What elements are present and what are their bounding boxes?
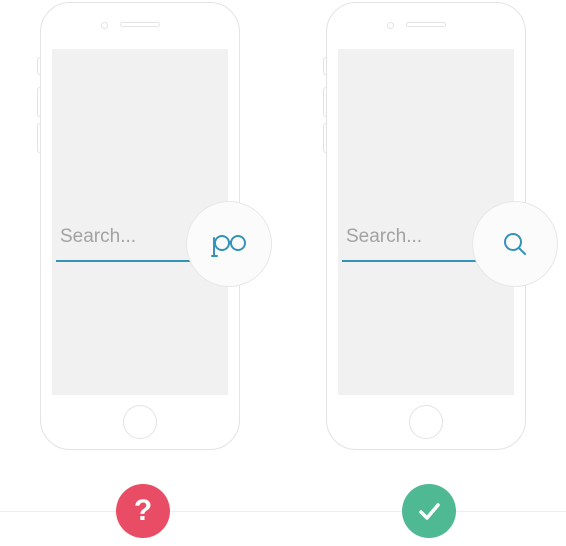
phone-mock-left: Search...	[40, 2, 240, 450]
mute-switch	[323, 57, 326, 75]
search-action-button[interactable]	[186, 201, 272, 287]
home-button	[123, 405, 157, 439]
comparison-stage: Search...	[0, 0, 566, 450]
search-action-button[interactable]	[472, 201, 558, 287]
mute-switch	[37, 57, 40, 75]
phone-speaker	[406, 22, 446, 27]
phone-speaker	[120, 22, 160, 27]
volume-down-button	[37, 123, 40, 153]
phone-camera	[101, 22, 108, 29]
home-button	[409, 405, 443, 439]
checkmark-icon	[415, 497, 443, 525]
volume-down-button	[323, 123, 326, 153]
phone-camera	[387, 22, 394, 29]
phone-mock-right: Search...	[326, 2, 526, 450]
volume-up-button	[37, 87, 40, 117]
volume-up-button	[323, 87, 326, 117]
search-row: Search...	[342, 219, 552, 269]
verdict-badge-correct	[402, 484, 456, 538]
phone-screen: Search...	[338, 49, 514, 395]
binoculars-icon	[209, 230, 249, 258]
question-mark-icon: ?	[134, 496, 152, 526]
verdict-badge-unclear: ?	[116, 484, 170, 538]
search-row: Search...	[56, 219, 266, 269]
footer-divider	[0, 511, 566, 512]
search-icon	[502, 231, 528, 257]
phone-screen: Search...	[52, 49, 228, 395]
